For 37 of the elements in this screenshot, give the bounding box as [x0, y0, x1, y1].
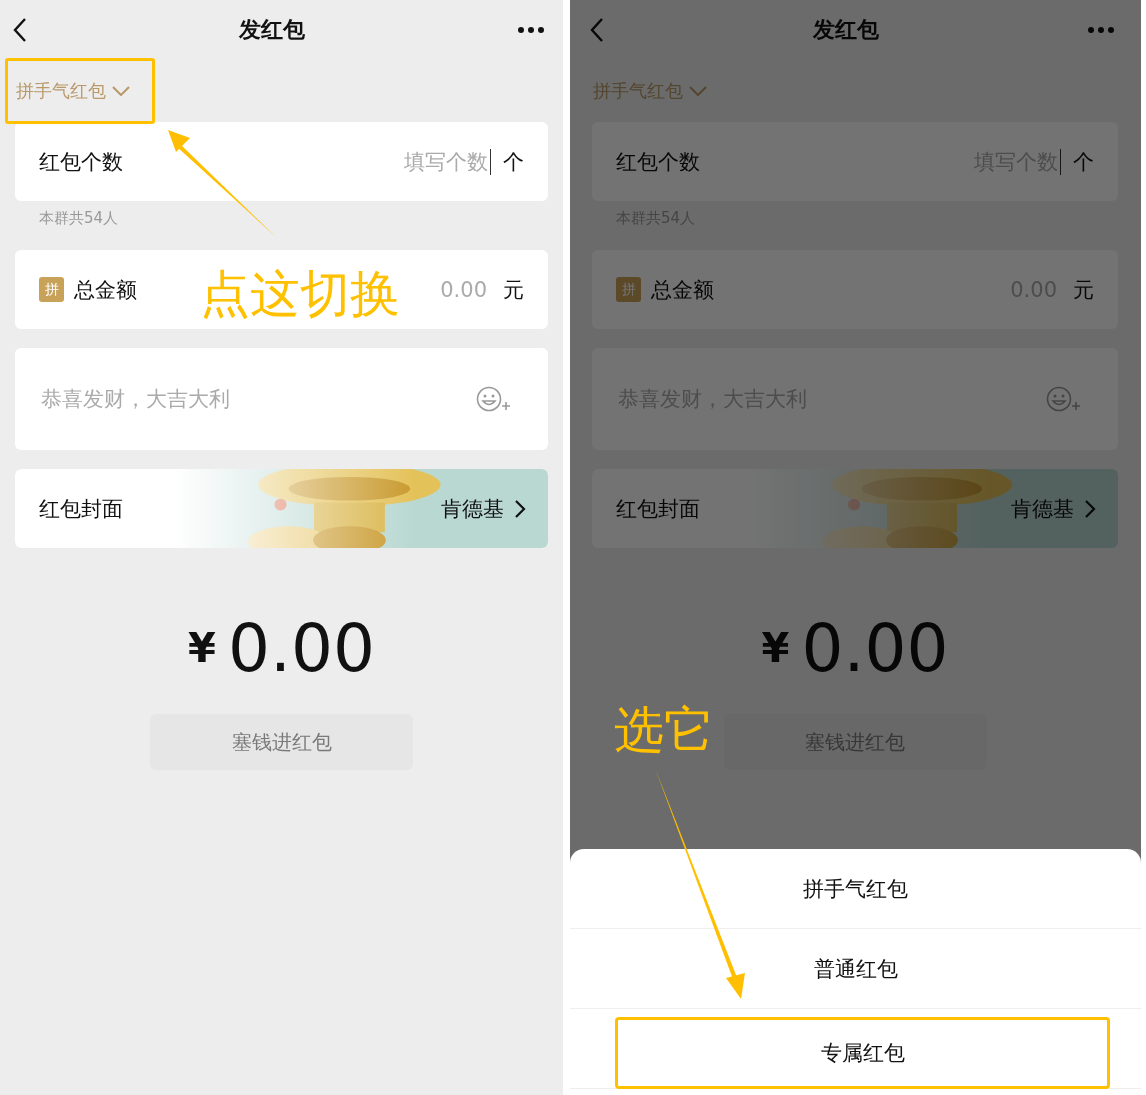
field-label: 红包封面 [616, 495, 701, 523]
field-label: 总金额 [74, 276, 137, 304]
emoji-add-icon[interactable] [476, 385, 512, 413]
action-item[interactable]: 普通红包 [570, 929, 1141, 1008]
unit-label: 个 [1073, 148, 1094, 176]
unit-label: 元 [503, 276, 524, 304]
type-dropdown[interactable]: 拼手气红包 [5, 58, 155, 124]
more-icon[interactable] [517, 26, 545, 34]
total-amount: 0.00 [801, 609, 949, 687]
chevron-down-icon [689, 86, 707, 96]
annotation-text: 点这切换 [200, 264, 400, 324]
type-badge: 拼 [39, 277, 64, 302]
currency-sign: ¥ [761, 625, 790, 671]
type-badge: 拼 [616, 277, 641, 302]
chevron-right-icon [514, 498, 526, 519]
action-item[interactable]: 拼手气红包 [570, 849, 1141, 928]
greeting-input[interactable]: 恭喜发财，大吉大利 [39, 386, 476, 412]
unit-label: 元 [1073, 276, 1094, 304]
emoji-add-icon[interactable] [1046, 385, 1082, 413]
cover-name: 肯德基 [441, 495, 504, 523]
total-amount: 0.00 [227, 609, 375, 687]
field-label: 红包封面 [39, 495, 124, 523]
page-title: 发红包 [239, 16, 305, 44]
currency-sign: ¥ [188, 625, 216, 671]
annotation-text: 选它 [614, 700, 714, 760]
field-label: 总金额 [651, 276, 714, 304]
field-label: 红包个数 [39, 148, 123, 176]
back-icon[interactable] [13, 17, 27, 43]
amount-input[interactable]: 0.00 [425, 276, 489, 303]
field-label: 红包个数 [616, 148, 700, 176]
page-title: 发红包 [812, 16, 879, 44]
cover-name: 肯德基 [1011, 495, 1074, 523]
unit-label: 个 [503, 148, 524, 176]
chevron-down-icon [112, 86, 130, 96]
group-size-hint: 本群共54人 [38, 208, 120, 229]
chevron-right-icon [1084, 498, 1096, 519]
action-item[interactable]: 专属红包 [615, 1017, 1110, 1089]
